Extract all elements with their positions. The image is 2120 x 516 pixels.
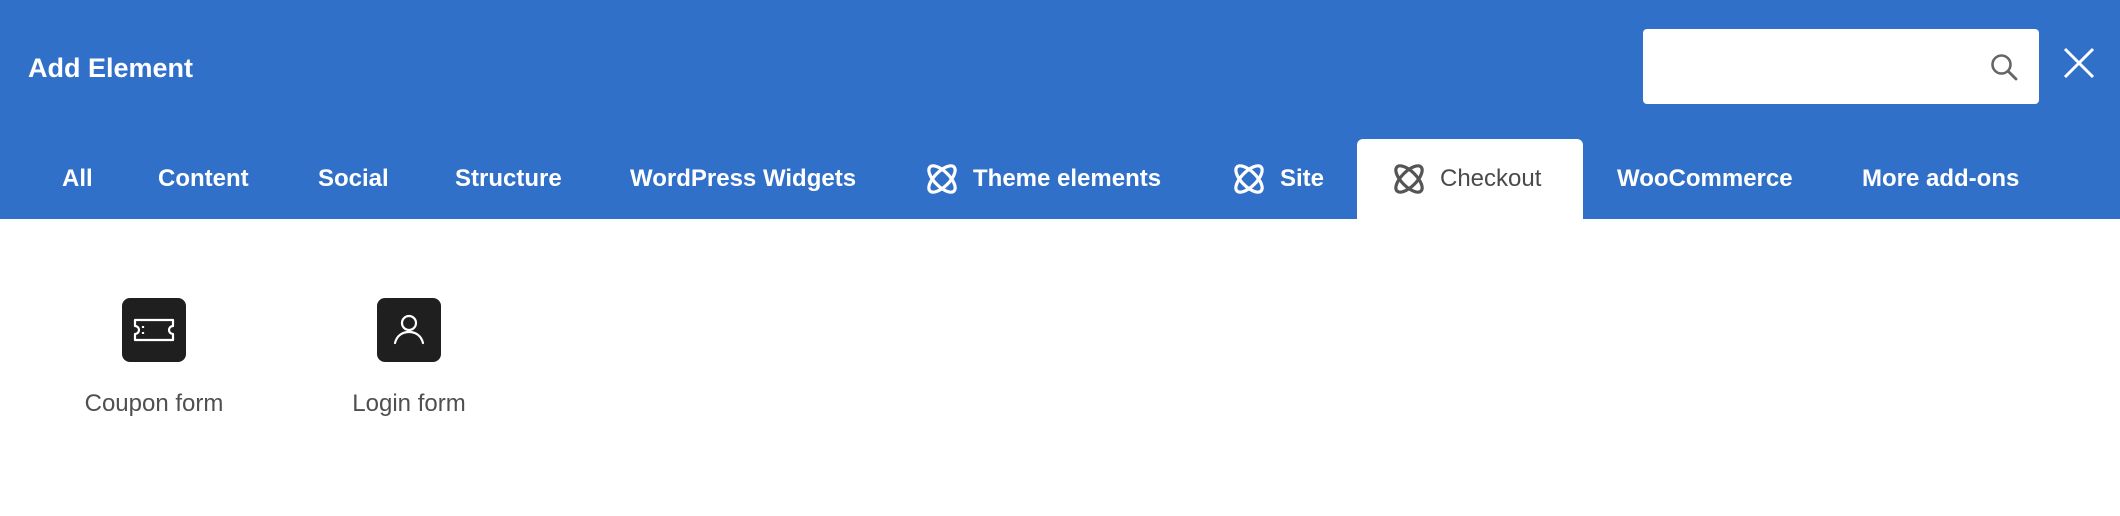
close-icon[interactable] <box>2062 46 2096 80</box>
tab-label: Site <box>1280 165 1325 192</box>
user-icon <box>377 298 441 362</box>
search-input[interactable] <box>1661 29 1975 106</box>
tab-label: WooCommerce <box>1617 165 1793 192</box>
atom-icon <box>1234 164 1264 194</box>
tab-site[interactable]: Site <box>1230 139 1340 219</box>
tab-label: WordPress Widgets <box>630 165 857 192</box>
element-login-form[interactable]: Login form <box>299 298 519 438</box>
tab-label: Theme elements <box>973 165 1162 192</box>
ticket-icon <box>122 298 186 362</box>
tab-label: Checkout <box>1440 165 1542 192</box>
modal-header: Add Element All Content Social Structure… <box>0 0 2120 219</box>
tab-label: Social <box>318 165 389 192</box>
tab-checkout[interactable]: Checkout <box>1357 139 1583 219</box>
atom-icon <box>1394 164 1424 194</box>
search-box[interactable] <box>1643 29 2039 106</box>
modal-title: Add Element <box>28 53 194 83</box>
tab-label: Content <box>158 165 249 192</box>
tab-label: All <box>62 165 93 192</box>
add-element-modal: Add Element All Content Social Structure… <box>0 0 2120 516</box>
atom-icon <box>927 164 957 194</box>
tab-theme-elements[interactable]: Theme elements <box>923 139 1163 219</box>
element-label: Login form <box>352 390 466 417</box>
element-label: Coupon form <box>84 390 224 417</box>
category-tabs: All Content Social Structure WordPress W… <box>0 139 2120 219</box>
tab-label: Structure <box>455 165 562 192</box>
search-icon[interactable] <box>1989 52 2019 82</box>
element-coupon-form[interactable]: Coupon form <box>44 298 264 438</box>
tab-label: More add-ons <box>1862 165 2020 192</box>
